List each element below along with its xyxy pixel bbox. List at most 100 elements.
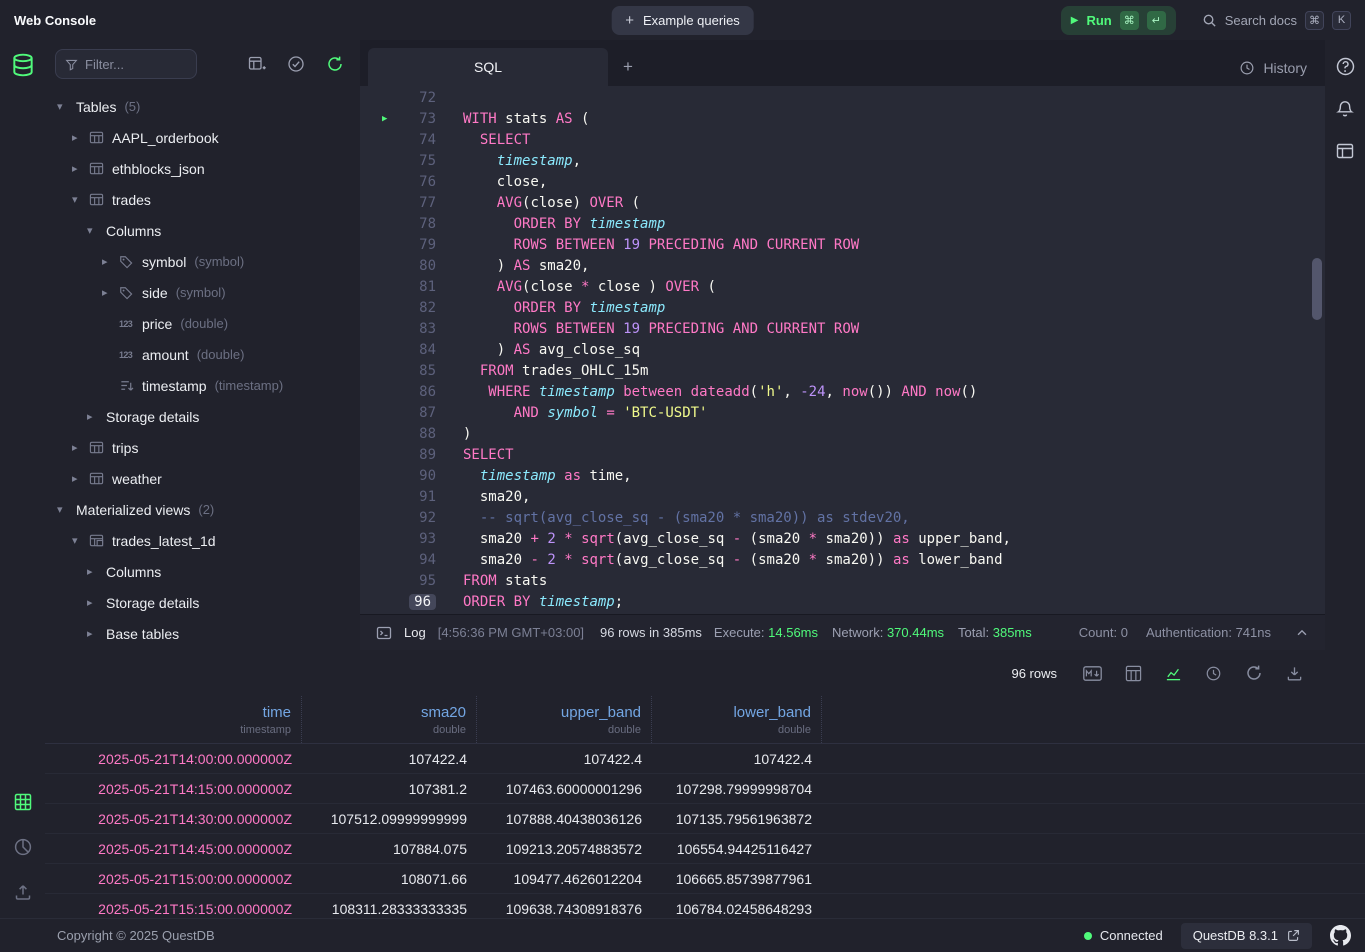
code-line-74[interactable]: 74 SELECT: [360, 130, 1325, 151]
code-line-96[interactable]: 96ORDER BY timestamp;: [360, 592, 1325, 613]
table-cell: 109638.74308918376: [477, 901, 652, 917]
chevron-up-icon[interactable]: [1295, 626, 1309, 640]
tree-item-trades-latest-1d[interactable]: ▾trades_latest_1d: [45, 525, 360, 556]
chevron-right-icon[interactable]: ▸: [102, 286, 119, 299]
code-line-75[interactable]: 75 timestamp,: [360, 151, 1325, 172]
table-row[interactable]: 2025-05-21T14:00:00.000000Z107422.410742…: [45, 744, 1365, 774]
code-line-82[interactable]: 82 ORDER BY timestamp: [360, 298, 1325, 319]
help-icon[interactable]: [1335, 56, 1356, 77]
code-line-73[interactable]: ▶73WITH stats AS (: [360, 109, 1325, 130]
table-row[interactable]: 2025-05-21T15:15:00.000000Z108311.283333…: [45, 894, 1365, 918]
add-tab-button[interactable]: +: [608, 48, 648, 86]
table-row[interactable]: 2025-05-21T14:45:00.000000Z107884.075109…: [45, 834, 1365, 864]
tree-item-symbol[interactable]: ▸symbol(symbol): [45, 246, 360, 277]
chevron-down-icon[interactable]: ▾: [57, 100, 74, 113]
run-statement-icon[interactable]: ▶: [382, 109, 387, 130]
download-icon[interactable]: [1286, 665, 1303, 682]
questdb-logo-icon[interactable]: [10, 52, 36, 83]
code-line-88[interactable]: 88): [360, 424, 1325, 445]
code-line-78[interactable]: 78 ORDER BY timestamp: [360, 214, 1325, 235]
chevron-down-icon[interactable]: ▾: [72, 193, 89, 206]
history-button[interactable]: History: [1239, 60, 1307, 76]
chevron-right-icon[interactable]: ▸: [102, 255, 119, 268]
tree-item-amount[interactable]: 123amount(double): [45, 339, 360, 370]
editor-scrollbar[interactable]: [1312, 258, 1322, 320]
run-button[interactable]: ▶ Run ⌘ ↵: [1061, 6, 1176, 35]
add-table-icon[interactable]: [248, 55, 266, 73]
code-line-95[interactable]: 95FROM stats: [360, 571, 1325, 592]
tree-item-ethblocks-json[interactable]: ▸ethblocks_json: [45, 153, 360, 184]
refresh-icon[interactable]: [326, 55, 344, 73]
column-header-time[interactable]: timetimestamp: [45, 696, 302, 743]
left-rail-bottom-icons: [13, 792, 33, 902]
tree-item-tables[interactable]: ▾Tables(5): [45, 91, 360, 122]
tree-item-timestamp[interactable]: timestamp(timestamp): [45, 370, 360, 401]
code-line-90[interactable]: 90 timestamp as time,: [360, 466, 1325, 487]
tree-item-price[interactable]: 123price(double): [45, 308, 360, 339]
upload-icon[interactable]: [13, 882, 33, 902]
tree-item-storage-details[interactable]: ▸Storage details: [45, 401, 360, 432]
code-line-91[interactable]: 91 sma20,: [360, 487, 1325, 508]
code-line-92[interactable]: 92 -- sqrt(avg_close_sq - (sma20 * sma20…: [360, 508, 1325, 529]
column-header-sma20[interactable]: sma20double: [302, 696, 477, 743]
chevron-right-icon[interactable]: ▸: [72, 472, 89, 485]
code-line-86[interactable]: 86 WHERE timestamp between dateadd('h', …: [360, 382, 1325, 403]
tree-item-trades[interactable]: ▾trades: [45, 184, 360, 215]
code-line-83[interactable]: 83 ROWS BETWEEN 19 PRECEDING AND CURRENT…: [360, 319, 1325, 340]
table-row[interactable]: 2025-05-21T14:30:00.000000Z107512.099999…: [45, 804, 1365, 834]
pie-chart-icon[interactable]: [13, 837, 33, 857]
column-header-upper_band[interactable]: upper_banddouble: [477, 696, 652, 743]
code-line-87[interactable]: 87 AND symbol = 'BTC-USDT': [360, 403, 1325, 424]
version-button[interactable]: QuestDB 8.3.1: [1181, 923, 1312, 949]
chevron-right-icon[interactable]: ▸: [87, 565, 104, 578]
code-line-94[interactable]: 94 sma20 - 2 * sqrt(avg_close_sq - (sma2…: [360, 550, 1325, 571]
markdown-icon[interactable]: [1083, 666, 1102, 681]
tree-item-storage-details[interactable]: ▸Storage details: [45, 587, 360, 618]
code-line-81[interactable]: 81 AVG(close * close ) OVER (: [360, 277, 1325, 298]
code-line-80[interactable]: 80 ) AS sma20,: [360, 256, 1325, 277]
panel-icon[interactable]: [1335, 141, 1355, 161]
table-row[interactable]: 2025-05-21T14:15:00.000000Z107381.210746…: [45, 774, 1365, 804]
notifications-icon[interactable]: [1335, 99, 1355, 119]
code-line-76[interactable]: 76 close,: [360, 172, 1325, 193]
chevron-right-icon[interactable]: ▸: [72, 131, 89, 144]
tree-item-columns[interactable]: ▸Columns: [45, 556, 360, 587]
code-line-77[interactable]: 77 AVG(close) OVER (: [360, 193, 1325, 214]
tree-item-trips[interactable]: ▸trips: [45, 432, 360, 463]
chevron-right-icon[interactable]: ▸: [87, 410, 104, 423]
tree-item-weather[interactable]: ▸weather: [45, 463, 360, 494]
code-line-84[interactable]: 84 ) AS avg_close_sq: [360, 340, 1325, 361]
chevron-right-icon[interactable]: ▸: [87, 596, 104, 609]
chevron-right-icon[interactable]: ▸: [72, 441, 89, 454]
tree-item-side[interactable]: ▸side(symbol): [45, 277, 360, 308]
search-docs-button[interactable]: Search docs ⌘ K: [1202, 11, 1351, 30]
chevron-down-icon[interactable]: ▾: [87, 224, 104, 237]
tree-item-columns[interactable]: ▾Columns: [45, 215, 360, 246]
check-circle-icon[interactable]: [287, 55, 305, 73]
tree-item-aapl-orderbook[interactable]: ▸AAPL_orderbook: [45, 122, 360, 153]
code-line-79[interactable]: 79 ROWS BETWEEN 19 PRECEDING AND CURRENT…: [360, 235, 1325, 256]
example-queries-button[interactable]: + Example queries: [611, 6, 754, 35]
chevron-down-icon[interactable]: ▾: [72, 534, 89, 547]
chevron-down-icon[interactable]: ▾: [57, 503, 74, 516]
column-header-lower_band[interactable]: lower_banddouble: [652, 696, 822, 743]
code-line-93[interactable]: 93 sma20 + 2 * sqrt(avg_close_sq - (sma2…: [360, 529, 1325, 550]
filter-input[interactable]: [85, 57, 187, 72]
code-line-72[interactable]: 72: [360, 88, 1325, 109]
results-grid: timetimestampsma20doubleupper_banddouble…: [45, 696, 1365, 918]
code-line-89[interactable]: 89SELECT: [360, 445, 1325, 466]
tab-sql[interactable]: SQL: [368, 48, 608, 86]
sql-editor[interactable]: 72▶73WITH stats AS (74 SELECT75 timestam…: [360, 86, 1325, 614]
table-row[interactable]: 2025-05-21T15:00:00.000000Z108071.661094…: [45, 864, 1365, 894]
grid-icon[interactable]: [13, 792, 33, 812]
columns-icon[interactable]: [1125, 665, 1142, 682]
code-line-85[interactable]: 85 FROM trades_OHLC_15m: [360, 361, 1325, 382]
github-icon[interactable]: [1330, 925, 1351, 946]
history-icon[interactable]: [1205, 665, 1222, 682]
chart-icon[interactable]: [1165, 665, 1182, 682]
tree-item-materialized-views[interactable]: ▾Materialized views(2): [45, 494, 360, 525]
refresh-icon[interactable]: [1245, 664, 1263, 682]
chevron-right-icon[interactable]: ▸: [72, 162, 89, 175]
chevron-right-icon[interactable]: ▸: [87, 627, 104, 640]
tree-item-base-tables[interactable]: ▸Base tables: [45, 618, 360, 649]
